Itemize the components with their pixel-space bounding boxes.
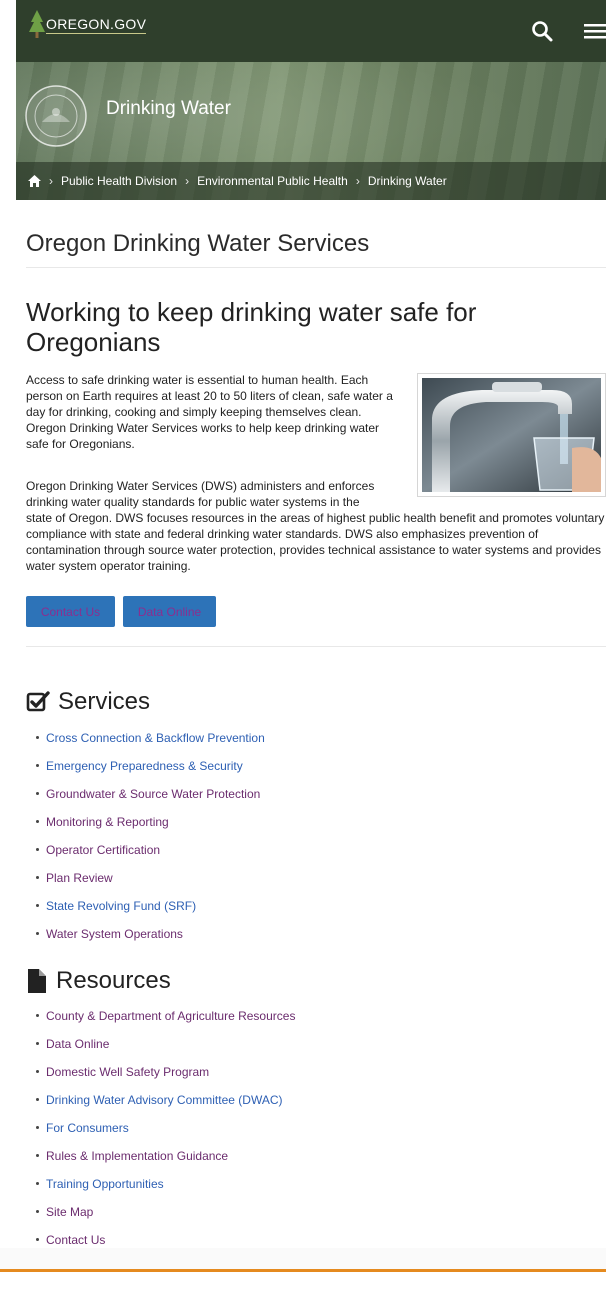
hamburger-menu-icon[interactable] <box>584 21 606 41</box>
list-item: Water System Operations <box>36 926 265 954</box>
services-link[interactable]: State Revolving Fund (SRF) <box>46 899 196 913</box>
list-item: Data Online <box>35 1036 295 1064</box>
tree-icon <box>29 10 45 38</box>
resources-link[interactable]: Contact Us <box>46 1233 105 1247</box>
oregon-gov-logo[interactable]: OREGON.GOV <box>28 10 147 40</box>
list-item: Emergency Preparedness & Security <box>36 758 265 786</box>
services-heading: Services <box>26 688 150 716</box>
intro-paragraph-2-end: state of Oregon. DWS focuses resources i… <box>26 511 605 573</box>
footer-accent-line <box>0 1269 606 1272</box>
breadcrumb-separator: › <box>49 174 53 188</box>
document-icon <box>28 969 46 993</box>
breadcrumb-separator: › <box>185 174 190 188</box>
list-item: Monitoring & Reporting <box>36 814 265 842</box>
section-heading: Working to keep drinking water safe for … <box>26 297 477 357</box>
breadcrumb-drinking-water[interactable]: Drinking Water <box>368 174 447 188</box>
list-item: Groundwater & Source Water Protection <box>36 786 265 814</box>
services-link[interactable]: Emergency Preparedness & Security <box>46 759 243 773</box>
resources-link[interactable]: Data Online <box>46 1037 109 1051</box>
intro-paragraph-2-start: Oregon Drinking Water Services (DWS) adm… <box>26 479 375 509</box>
services-link[interactable]: Monitoring & Reporting <box>46 815 169 829</box>
services-link[interactable]: Operator Certification <box>46 843 160 857</box>
breadcrumb-public-health[interactable]: Public Health Division <box>61 174 177 188</box>
page-title: Oregon Drinking Water Services <box>26 230 370 257</box>
list-item: Plan Review <box>36 870 265 898</box>
list-item: Operator Certification <box>36 842 265 870</box>
services-link[interactable]: Water System Operations <box>46 927 183 941</box>
list-item: Domestic Well Safety Program <box>35 1064 295 1092</box>
logo-text: OREGON.GOV <box>46 16 147 34</box>
services-list: Cross Connection & Backflow Prevention Em… <box>36 730 265 954</box>
resources-link[interactable]: County & Department of Agriculture Resou… <box>46 1009 295 1023</box>
top-navigation-bar: OREGON.GOV <box>16 0 606 62</box>
faucet-image <box>422 378 601 492</box>
checkbox-icon <box>26 691 50 712</box>
list-item: Cross Connection & Backflow Prevention <box>36 730 265 758</box>
hero-title: Drinking Water <box>106 98 231 119</box>
divider <box>26 267 606 268</box>
home-icon[interactable] <box>28 175 41 187</box>
services-link[interactable]: Cross Connection & Backflow Prevention <box>46 731 265 745</box>
faucet-photo <box>417 373 606 497</box>
resources-title: Resources <box>56 967 171 994</box>
breadcrumb: › Public Health Division › Environmental… <box>16 162 606 200</box>
services-link[interactable]: Plan Review <box>46 871 113 885</box>
resources-link[interactable]: Rules & Implementation Guidance <box>46 1149 228 1163</box>
resources-link[interactable]: Domestic Well Safety Program <box>46 1065 209 1079</box>
resources-link[interactable]: For Consumers <box>46 1121 129 1135</box>
resources-link[interactable]: Site Map <box>46 1205 93 1219</box>
intro-paragraph: Access to safe drinking water is essenti… <box>26 373 393 451</box>
footer-area <box>0 1248 606 1269</box>
data-online-button[interactable]: Data Online <box>123 596 216 627</box>
hero-banner: Drinking Water › Public Health Division … <box>16 62 606 200</box>
resources-list: County & Department of Agriculture Resou… <box>35 1008 295 1260</box>
list-item: County & Department of Agriculture Resou… <box>35 1008 295 1036</box>
list-item: Training Opportunities <box>35 1176 295 1204</box>
resources-heading: Resources <box>26 967 171 995</box>
services-title: Services <box>58 688 151 715</box>
breadcrumb-environmental-health[interactable]: Environmental Public Health <box>197 174 348 188</box>
resources-link[interactable]: Training Opportunities <box>46 1177 164 1191</box>
list-item: State Revolving Fund (SRF) <box>36 898 265 926</box>
contact-us-button[interactable]: Contact Us <box>26 596 115 627</box>
breadcrumb-separator: › <box>355 174 360 188</box>
divider <box>26 646 606 647</box>
list-item: Drinking Water Advisory Committee (DWAC) <box>35 1092 295 1120</box>
list-item: Rules & Implementation Guidance <box>35 1148 295 1176</box>
list-item: Site Map <box>35 1204 295 1232</box>
state-seal-icon <box>25 85 87 147</box>
resources-link[interactable]: Drinking Water Advisory Committee (DWAC) <box>46 1093 282 1107</box>
list-item: For Consumers <box>35 1120 295 1148</box>
services-link[interactable]: Groundwater & Source Water Protection <box>46 787 260 801</box>
search-icon[interactable] <box>530 19 554 43</box>
